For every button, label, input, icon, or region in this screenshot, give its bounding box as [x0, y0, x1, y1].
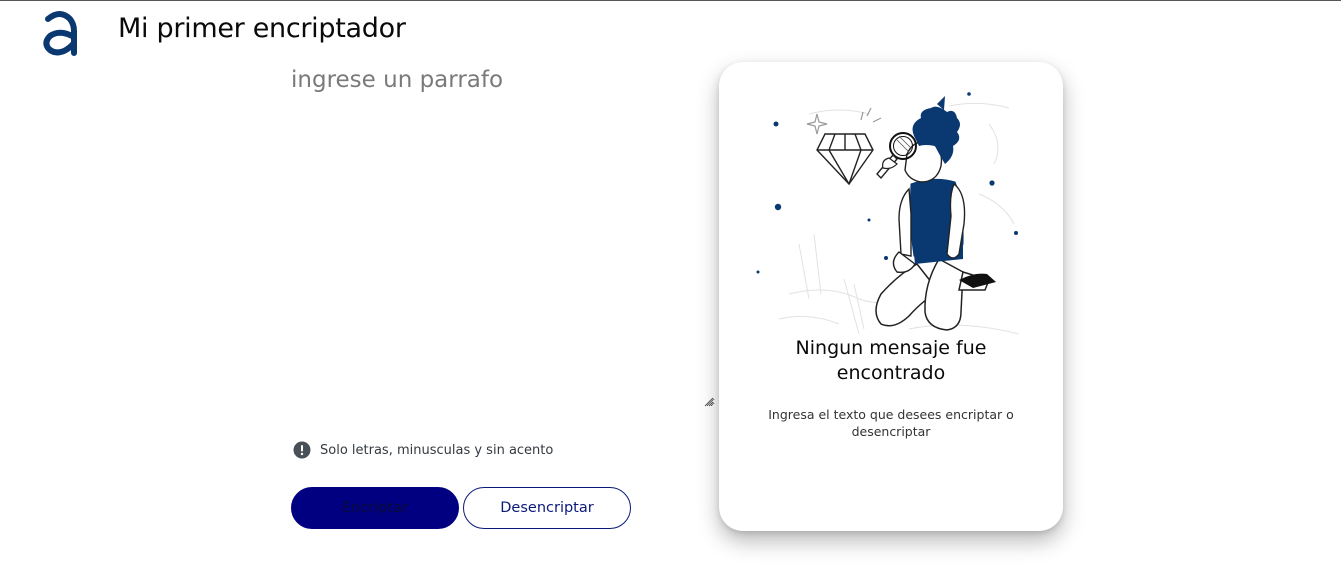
output-card: Ningun mensaje fue encontrado Ingresa el… — [719, 62, 1063, 531]
message-input[interactable] — [291, 67, 715, 407]
decrypt-button[interactable]: Desencriptar — [463, 487, 631, 529]
encrypt-button[interactable]: Encriptar — [291, 487, 459, 529]
empty-state-title: Ningun mensaje fue encontrado — [795, 337, 987, 384]
input-hint: Solo letras, minusculas y sin acento — [293, 441, 553, 459]
exclamation-circle-icon — [293, 441, 311, 459]
resize-handle-icon[interactable] — [704, 397, 714, 407]
hint-text: Solo letras, minusculas y sin acento — [320, 442, 554, 458]
alura-logo-icon — [43, 11, 77, 56]
empty-state-description: Ingresa el texto que desees encriptar o … — [768, 407, 1014, 439]
person-with-magnifying-glass-illustration — [756, 92, 1020, 335]
page-title: Mi primer encriptador — [118, 13, 406, 44]
